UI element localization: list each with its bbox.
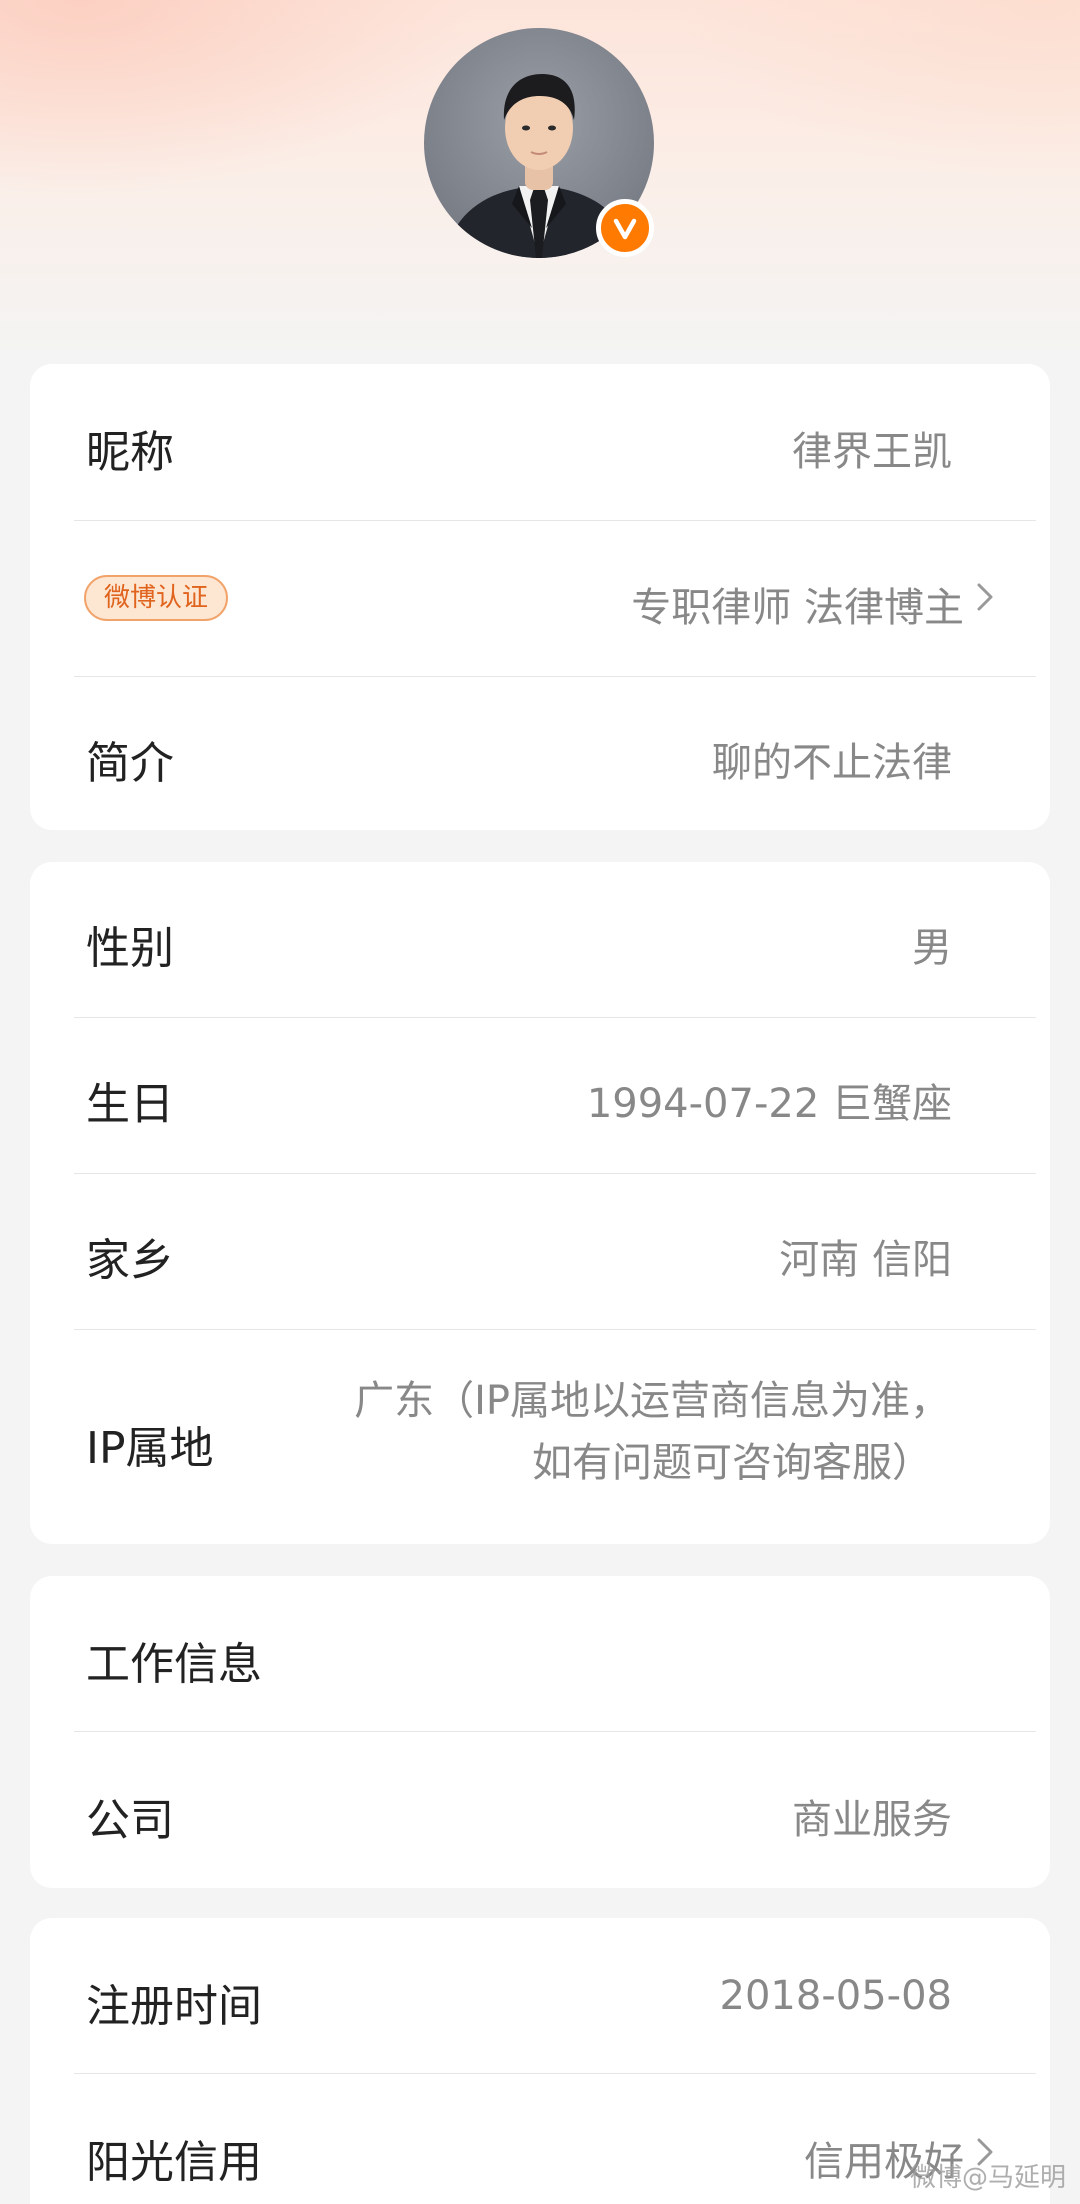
nickname-value: 律界王凯 [792,429,952,475]
hometown-row[interactable]: 家乡 河南 信阳 [30,1174,1050,1329]
nickname-label: 昵称 [86,427,174,478]
v-verified-icon [613,218,637,240]
intro-row[interactable]: 简介 聊的不止法律 [30,677,1050,830]
watermark: 微博@马延明 [909,2163,1066,2193]
register-time-row: 注册时间 2018-05-08 [30,1918,1050,2073]
ip-location-label: IP属地 [86,1423,214,1474]
intro-value: 聊的不止法律 [712,740,952,786]
certification-value: 专职律师 法律博主 [631,585,964,631]
hometown-label: 家乡 [86,1235,174,1286]
birthday-row[interactable]: 生日 1994-07-22 巨蟹座 [30,1018,1050,1173]
company-row[interactable]: 公司 商业服务 [30,1732,1050,1888]
birthday-label: 生日 [86,1079,174,1130]
nickname-row[interactable]: 昵称 律界王凯 [30,364,1050,520]
personal-info-card: 性别 男 生日 1994-07-22 巨蟹座 家乡 河南 信阳 IP属地 广东（… [30,862,1050,1544]
ip-location-row: IP属地 广东（IP属地以运营商信息为准， 如有问题可咨询客服） [30,1330,1050,1544]
work-info-title: 工作信息 [86,1639,262,1690]
certification-row[interactable]: 微博认证 专职律师 法律博主 [30,521,1050,676]
company-value: 商业服务 [792,1797,952,1843]
verified-badge [596,199,654,257]
register-time-value: 2018-05-08 [719,1973,952,2019]
hometown-value: 河南 信阳 [779,1237,952,1283]
account-info-card: 注册时间 2018-05-08 阳光信用 信用极好 [30,1918,1050,2204]
sunshine-credit-label: 阳光信用 [86,2137,262,2188]
work-info-card: 工作信息 公司 商业服务 [30,1576,1050,1888]
ip-location-value: 广东（IP属地以运营商信息为准， 如有问题可咨询客服） [354,1370,950,1494]
chevron-right-icon [970,577,1000,617]
birthday-value: 1994-07-22 巨蟹座 [586,1081,952,1127]
work-info-header-row: 工作信息 [30,1576,1050,1731]
weibo-certification-badge: 微博认证 [84,575,229,621]
gender-value: 男 [912,925,952,971]
intro-label: 简介 [86,738,174,789]
register-time-label: 注册时间 [86,1981,262,2032]
gender-row[interactable]: 性别 男 [30,862,1050,1017]
profile-info-page: 昵称 律界王凯 微博认证 专职律师 法律博主 简介 聊的不止法律 性别 男 生日… [0,0,1080,2204]
sunshine-credit-row[interactable]: 阳光信用 信用极好 [30,2074,1050,2204]
gender-label: 性别 [86,923,174,974]
company-label: 公司 [86,1795,174,1846]
ip-location-value-line2: 如有问题可咨询客服） [532,1440,932,1486]
ip-location-value-line1: 广东（IP属地以运营商信息为准， [354,1378,950,1424]
basic-info-card: 昵称 律界王凯 微博认证 专职律师 法律博主 简介 聊的不止法律 [30,364,1050,830]
